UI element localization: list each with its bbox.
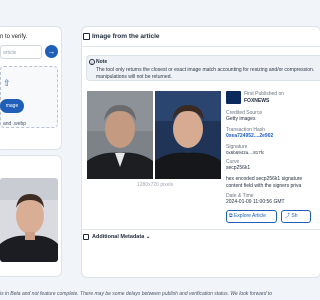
verify-instruction: n to verify.	[0, 34, 28, 40]
divider	[81, 229, 320, 230]
note-body: The tool only returns the closest or exa…	[96, 67, 315, 80]
curve-value: secp256k1	[226, 165, 251, 171]
uploaded-image-thumbnail	[0, 178, 58, 262]
supported-formats: and .webp	[3, 121, 27, 127]
upload-image-button[interactable]: mage	[0, 99, 24, 113]
beta-disclaimer: is in Beta and not feature complete. The…	[0, 291, 272, 297]
hex-note-line2: content field with the signers priva	[226, 183, 302, 189]
panel-title: Image from the article	[92, 33, 160, 40]
publisher-logo	[226, 91, 241, 104]
credited-source: Getty images	[226, 116, 256, 122]
info-icon: i	[89, 59, 95, 65]
submit-url-button[interactable]: →	[45, 45, 58, 58]
note-title: Note	[96, 59, 108, 65]
additional-metadata-toggle[interactable]: Additional Metadata ⌄	[92, 234, 150, 240]
publisher-name: FOXNEWS	[244, 98, 270, 104]
first-published-label: First Published on	[244, 91, 285, 97]
arrow-right-icon: →	[47, 47, 56, 56]
hex-note-line1: hex encoded secp256k1 signature	[226, 176, 303, 182]
image-icon	[83, 33, 90, 40]
share-button[interactable]: ⤴ Sh	[281, 210, 311, 223]
upload-icon: ⇧	[3, 78, 11, 88]
transaction-hash-link[interactable]: 0xea724952....2e902	[226, 133, 273, 139]
article-image-left	[87, 91, 153, 179]
signature-value: 0x6b6942a....817fc	[226, 150, 265, 155]
article-image-right	[155, 91, 221, 179]
image-dimensions: 1280x720 pixels	[137, 182, 174, 188]
image-drop-zone[interactable]	[0, 66, 58, 128]
divider	[81, 46, 320, 47]
article-url-input[interactable]: article	[0, 45, 42, 59]
explore-article-button[interactable]: ⧉ Explore Article	[226, 210, 277, 223]
date-value: 2024-01-09 11:00:56 GMT	[226, 199, 285, 205]
chevron-down-icon: ⌄	[145, 234, 151, 240]
metadata-icon	[83, 234, 89, 240]
